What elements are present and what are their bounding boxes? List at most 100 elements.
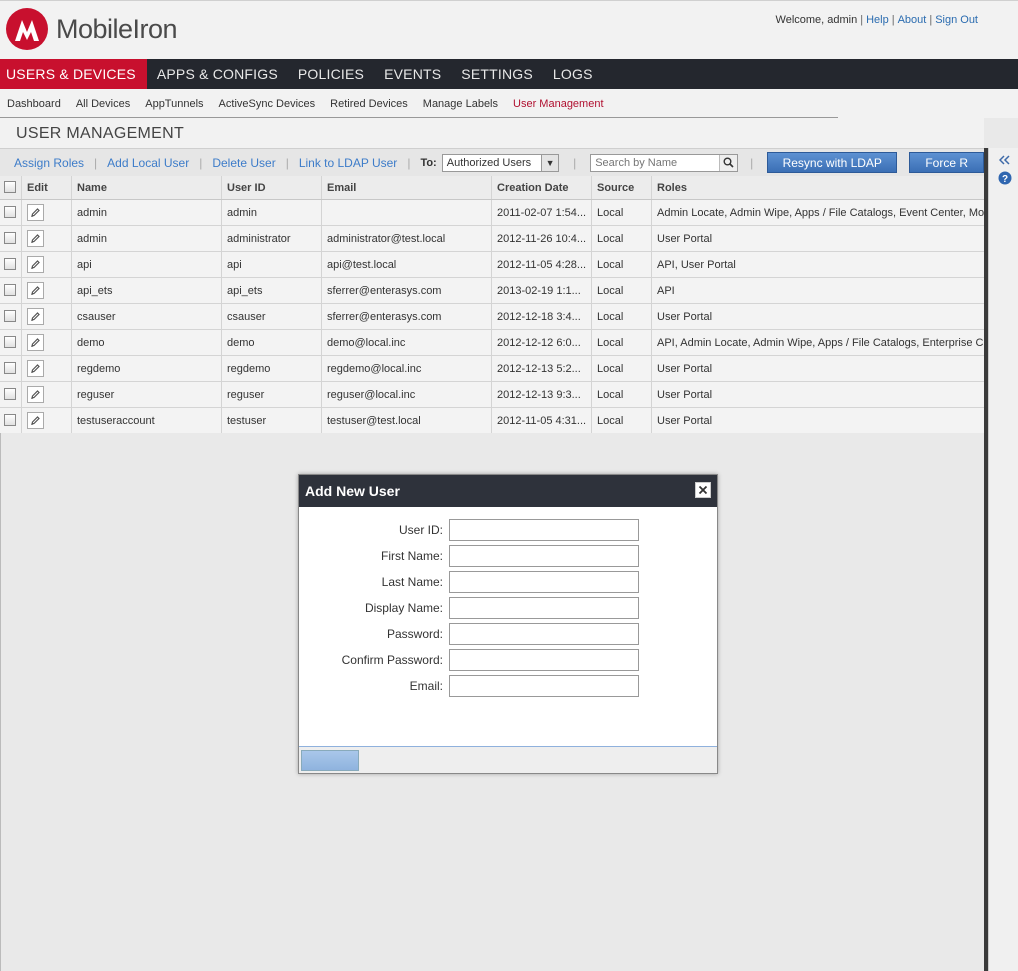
action-toolbar: Assign Roles | Add Local User | Delete U… <box>0 148 984 176</box>
help-icon[interactable]: ? <box>998 171 1012 185</box>
cell-email: sferrer@enterasys.com <box>322 278 492 303</box>
subnav-retired-devices[interactable]: Retired Devices <box>330 98 408 110</box>
pencil-icon[interactable] <box>27 255 44 273</box>
cell-email: administrator@test.local <box>322 226 492 251</box>
pencil-icon[interactable] <box>27 385 44 403</box>
table-row[interactable]: regdemo regdemo regdemo@local.inc 2012-12-1… <box>0 356 984 382</box>
confirm-password-field[interactable] <box>449 649 639 671</box>
about-link[interactable]: About <box>898 14 927 26</box>
table-row[interactable]: reguser reguser reguser@local.inc 2012-12-1… <box>0 382 984 408</box>
password-row: Password: <box>299 621 717 647</box>
cell-name: csauser <box>72 304 222 329</box>
password-label: Password: <box>386 627 443 641</box>
nav-policies[interactable]: POLICIES <box>288 59 374 89</box>
col-roles[interactable]: Roles <box>652 176 984 199</box>
col-source[interactable]: Source <box>592 176 652 199</box>
sub-nav: Dashboard All Devices AppTunnels ActiveS… <box>0 89 1018 118</box>
table-row[interactable]: testuseraccount testuser testuser@test.loc… <box>0 408 984 434</box>
nav-settings[interactable]: SETTINGS <box>451 59 543 89</box>
pencil-icon[interactable] <box>27 203 44 221</box>
row-checkbox[interactable] <box>4 414 16 427</box>
subnav-activesync-devices[interactable]: ActiveSync Devices <box>219 98 316 110</box>
nav-events[interactable]: EVENTS <box>374 59 451 89</box>
row-checkbox[interactable] <box>4 232 16 245</box>
table-row[interactable]: admin admin 2011-02-07 1:54... Local Admin L… <box>0 200 984 226</box>
pencil-icon[interactable] <box>27 281 44 299</box>
collapse-icon[interactable] <box>998 153 1012 167</box>
cell-source: Local <box>592 278 652 303</box>
row-checkbox[interactable] <box>4 258 16 271</box>
col-name[interactable]: Name <box>72 176 222 199</box>
last-name-row: Last Name: <box>299 569 717 595</box>
add-new-user-dialog: Add New User User ID: First Name: Last N… <box>298 474 718 774</box>
link-ldap-user-button[interactable]: Link to LDAP User <box>299 156 398 170</box>
subnav-all-devices[interactable]: All Devices <box>76 98 130 110</box>
pencil-icon[interactable] <box>27 229 44 247</box>
add-local-user-button[interactable]: Add Local User <box>107 156 189 170</box>
row-edit-cell <box>22 330 72 355</box>
user-type-select-value: Authorized Users <box>446 156 532 169</box>
nav-users-devices[interactable]: USERS & DEVICES <box>0 59 147 89</box>
resync-ldap-button[interactable]: Resync with LDAP <box>767 152 898 173</box>
pencil-icon[interactable] <box>27 333 44 351</box>
search-icon[interactable] <box>719 154 738 171</box>
col-user-id[interactable]: User ID <box>222 176 322 199</box>
mobileiron-logo[interactable]: MobileIron <box>6 8 178 50</box>
subnav-dashboard[interactable]: Dashboard <box>7 98 61 110</box>
app-header: MobileIron Welcome, admin | Help | About | Sig… <box>0 0 1018 59</box>
cell-roles: User Portal <box>657 233 713 245</box>
delete-user-button[interactable]: Delete User <box>212 156 275 170</box>
pencil-icon[interactable] <box>27 307 44 325</box>
subnav-apptunnels[interactable]: AppTunnels <box>145 98 203 110</box>
display-name-field[interactable] <box>449 597 639 619</box>
cell-user-id: admin <box>222 200 322 225</box>
col-email[interactable]: Email <box>322 176 492 199</box>
email-field[interactable] <box>449 675 639 697</box>
table-row[interactable]: api api api@test.local 2012-11-05 4:28... Lo… <box>0 252 984 278</box>
cell-name: regdemo <box>72 356 222 381</box>
search-input[interactable] <box>591 154 722 171</box>
table-row[interactable]: admin administrator administrator@test.loc… <box>0 226 984 252</box>
svg-text:?: ? <box>1002 174 1008 185</box>
cell-user-id: api <box>222 252 322 277</box>
user-id-field[interactable] <box>449 519 639 541</box>
chevron-down-icon[interactable]: ▼ <box>541 154 559 171</box>
table-row[interactable]: demo demo demo@local.inc 2012-12-12 6:0... L… <box>0 330 984 356</box>
row-checkbox[interactable] <box>4 362 16 375</box>
dialog-title: Add New User <box>305 483 400 499</box>
select-all-checkbox[interactable] <box>4 181 16 194</box>
cell-creation-date: 2012-11-05 4:31... <box>492 408 592 433</box>
search-box[interactable] <box>590 153 739 172</box>
pencil-icon[interactable] <box>27 411 44 429</box>
user-id-label: User ID: <box>398 523 443 537</box>
row-checkbox[interactable] <box>4 310 16 323</box>
last-name-field[interactable] <box>449 571 639 593</box>
assign-roles-button[interactable]: Assign Roles <box>14 156 84 170</box>
force-resync-button[interactable]: Force R <box>909 152 984 173</box>
row-checkbox[interactable] <box>4 206 16 219</box>
nav-logs[interactable]: LOGS <box>543 59 603 89</box>
close-icon[interactable] <box>695 482 711 498</box>
cell-creation-date: 2012-11-26 10:4... <box>492 226 592 251</box>
first-name-field[interactable] <box>449 545 639 567</box>
pencil-icon[interactable] <box>27 359 44 377</box>
table-row[interactable]: api_ets api_ets sferrer@enterasys.com 2013-… <box>0 278 984 304</box>
subnav-manage-labels[interactable]: Manage Labels <box>423 98 498 110</box>
password-field[interactable] <box>449 623 639 645</box>
col-creation-date[interactable]: Creation Date <box>492 176 592 199</box>
row-checkbox[interactable] <box>4 388 16 401</box>
toolbar-separator: | <box>573 155 577 170</box>
row-select-cell <box>0 330 22 355</box>
display-name-row: Display Name: <box>299 595 717 621</box>
nav-apps-configs[interactable]: APPS & CONFIGS <box>147 59 288 89</box>
subnav-user-management[interactable]: User Management <box>513 98 604 110</box>
row-checkbox[interactable] <box>4 336 16 349</box>
user-type-select[interactable]: Authorized Users ▼ <box>441 153 560 172</box>
row-checkbox[interactable] <box>4 284 16 297</box>
help-link[interactable]: Help <box>866 14 889 26</box>
table-row[interactable]: csauser csauser sferrer@enterasys.com 2012-… <box>0 304 984 330</box>
save-button[interactable] <box>301 750 359 771</box>
select-all-cell <box>0 176 22 199</box>
sign-out-link[interactable]: Sign Out <box>935 14 978 26</box>
cell-name: testuseraccount <box>72 408 222 433</box>
